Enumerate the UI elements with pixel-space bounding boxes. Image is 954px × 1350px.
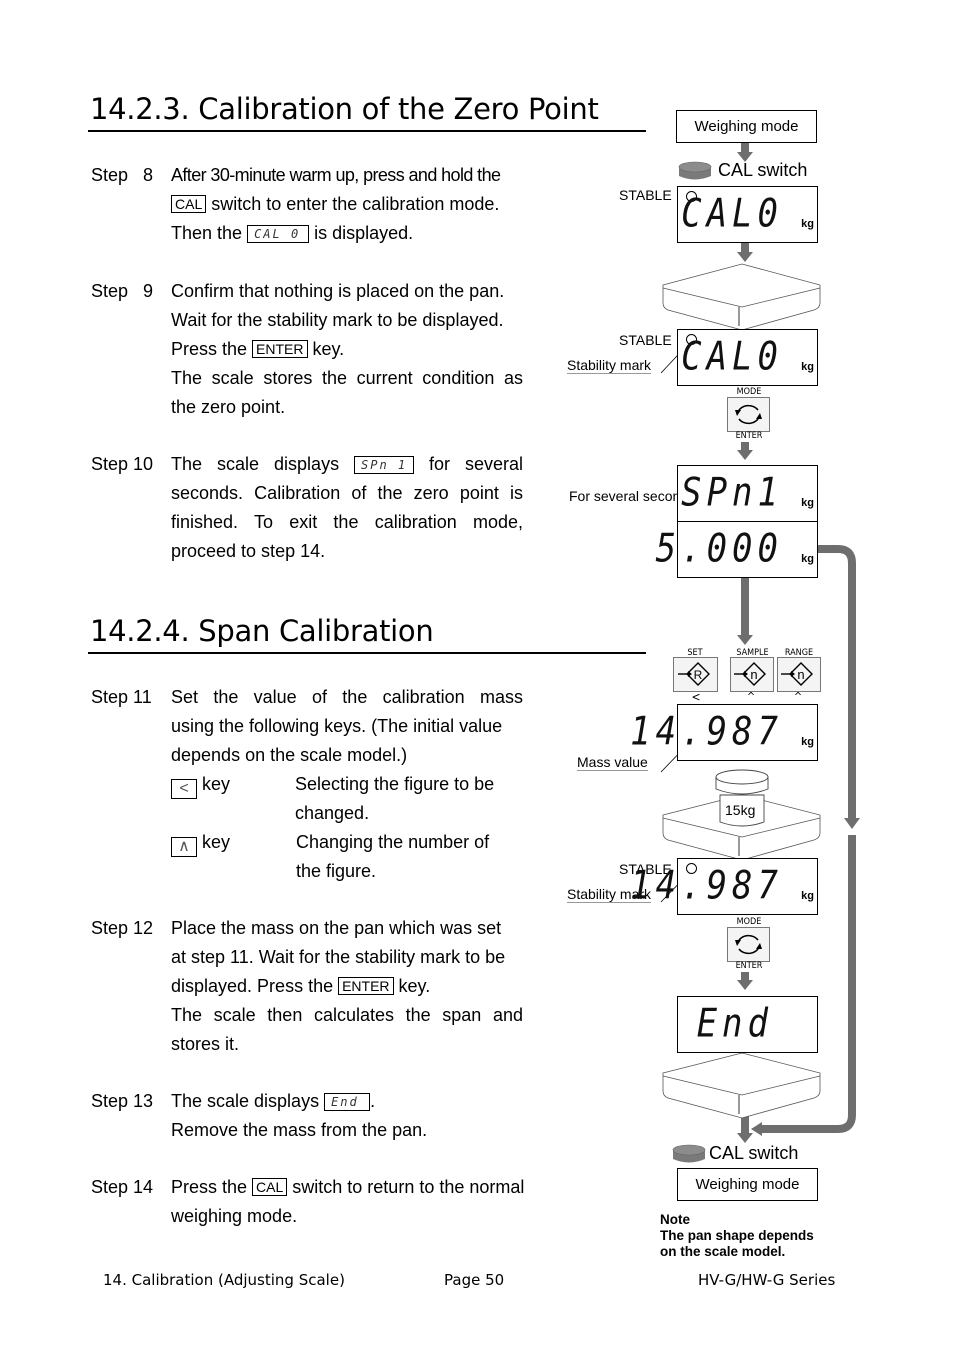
cycle-arrows-icon — [735, 934, 762, 955]
arrow-down-icon — [737, 242, 753, 262]
footer-chapter: 14. Calibration (Adjusting Scale) — [103, 1271, 345, 1289]
weighing-mode-box-bottom: Weighing mode — [677, 1168, 818, 1201]
cal-switch-icon — [672, 1144, 706, 1163]
arrow-down-icon — [737, 442, 753, 460]
display-value: CAL0 — [681, 191, 783, 237]
range-key-icon: n — [781, 662, 813, 686]
display-value: 14.987 — [630, 709, 783, 755]
display-value: SPn1 — [681, 470, 783, 516]
unit-label: kg — [801, 361, 814, 373]
left-arrow-icon: < — [691, 690, 701, 704]
cal-switch-icon — [678, 161, 712, 180]
range-key[interactable]: n — [777, 657, 821, 692]
mode-key-caption: MODE — [736, 387, 762, 397]
unit-label: kg — [801, 736, 814, 748]
note: Note The pan shape depends on the scale … — [660, 1212, 814, 1260]
set-key-icon: R — [678, 662, 710, 686]
arrow-down-icon — [844, 818, 860, 829]
mode-key-caption: MODE — [736, 917, 762, 927]
stability-mark-label: Stability mark — [567, 357, 652, 374]
stable-label: STABLE — [619, 332, 672, 348]
display-value: End — [696, 1001, 773, 1047]
stable-label: STABLE — [619, 187, 672, 203]
display-cal0-stable: CAL0 kg — [677, 329, 818, 386]
sample-key-icon: n — [734, 662, 766, 686]
display-end: End — [677, 996, 818, 1053]
arrow-left-icon — [751, 1122, 762, 1136]
footer-series: HV-G/HW-G Series — [698, 1271, 836, 1289]
display-initial-value: 5.000 kg — [656, 521, 818, 578]
arrow-down-icon — [737, 972, 753, 990]
mode-enter-key[interactable] — [727, 397, 770, 432]
display-mass-value: 14.987 kg — [630, 704, 818, 761]
arrow-down-icon — [737, 578, 753, 645]
weighing-pan-icon — [662, 1052, 821, 1119]
display-spn1: SPn1 kg — [677, 465, 818, 522]
note-title: Note — [660, 1212, 690, 1227]
footer-page-number: Page 50 — [444, 1271, 505, 1289]
up-arrow-icon: ^ — [746, 690, 756, 703]
weight-label: 15kg — [725, 802, 756, 818]
note-text: The pan shape depends — [660, 1228, 814, 1243]
mass-value-label: Mass value — [577, 754, 648, 771]
unit-label: kg — [801, 890, 814, 902]
weighing-mode-box-top: Weighing mode — [676, 110, 817, 143]
display-mass-stable: 14.987 kg — [630, 858, 818, 915]
arrow-down-icon — [737, 1115, 753, 1143]
display-value: 14.987 — [630, 863, 783, 909]
display-value: CAL0 — [681, 334, 783, 380]
sample-key[interactable]: n — [730, 657, 774, 692]
svg-text:n: n — [797, 667, 804, 682]
unit-label: kg — [801, 497, 814, 509]
cal-switch-label: CAL switch — [718, 160, 808, 180]
cal-switch-label: CAL switch — [709, 1143, 799, 1163]
arrow-down-icon — [737, 142, 753, 162]
cycle-arrows-icon — [735, 404, 762, 425]
display-value: 5.000 — [655, 526, 783, 572]
enter-key-caption: ENTER — [735, 961, 763, 971]
weighing-pan-icon — [662, 263, 821, 331]
display-cal0: CAL0 kg — [677, 186, 818, 243]
svg-text:n: n — [750, 667, 757, 682]
mode-enter-key[interactable] — [727, 927, 770, 962]
up-arrow-icon: ^ — [793, 690, 803, 703]
unit-label: kg — [801, 218, 814, 230]
unit-label: kg — [801, 553, 814, 565]
enter-key-caption: ENTER — [735, 431, 763, 441]
set-key[interactable]: R — [673, 657, 718, 692]
note-text: on the scale model. — [660, 1244, 786, 1259]
svg-text:R: R — [694, 668, 703, 682]
